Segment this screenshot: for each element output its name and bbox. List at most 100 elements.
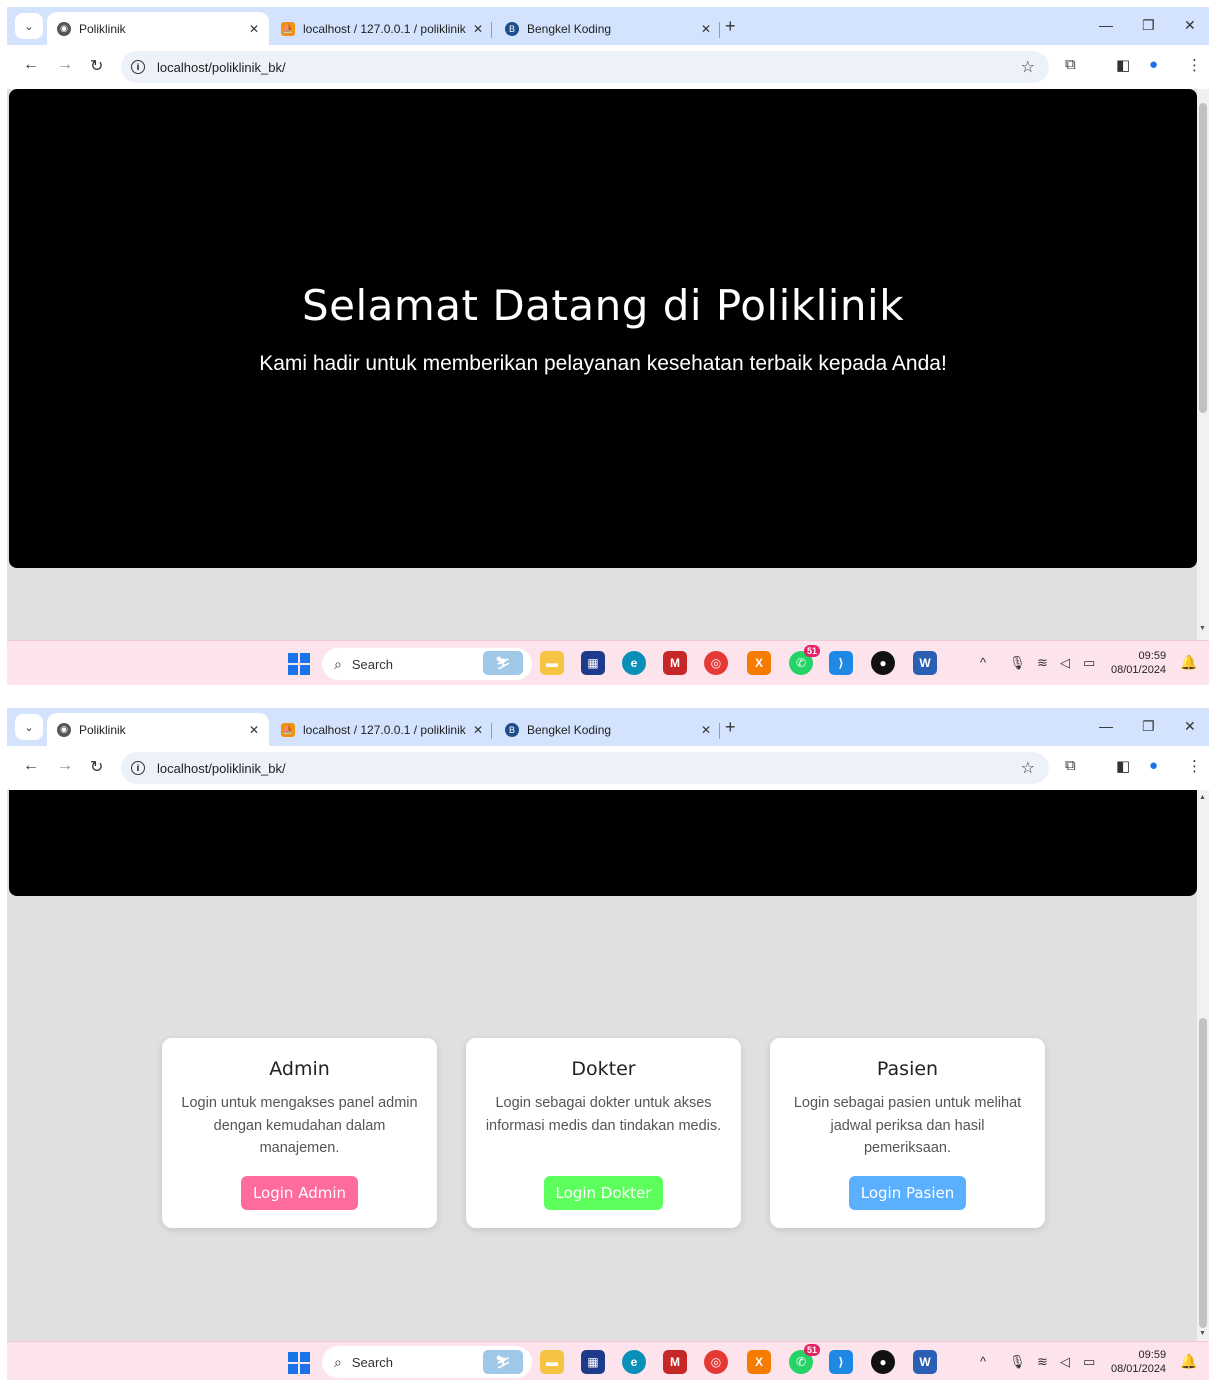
volume-icon[interactable]: ◁ (1060, 1354, 1070, 1370)
login-dokter-button[interactable]: Login Dokter (543, 1176, 664, 1210)
close-icon[interactable]: ✕ (249, 723, 259, 737)
forward-arrow-icon[interactable]: → (57, 56, 73, 74)
notification-bell-icon[interactable]: 🔔 (1180, 654, 1197, 671)
close-icon[interactable]: ✕ (473, 723, 483, 737)
browser-toolbar: ← → ↻ i localhost/poliklinik_bk/ ☆ ⧉ ◧ ●… (7, 746, 1209, 790)
vscode-icon[interactable]: ⟩ (829, 1350, 853, 1374)
scroll-up-arrow-icon[interactable]: ▲ (1199, 794, 1206, 801)
page-scrollbar[interactable]: ▼ (1197, 89, 1209, 640)
reload-icon[interactable]: ↻ (90, 757, 103, 777)
reload-icon[interactable]: ↻ (90, 56, 103, 76)
chevron-up-icon[interactable]: ^ (980, 1354, 986, 1369)
wifi-icon[interactable]: ≋ (1037, 655, 1048, 671)
login-pasien-button[interactable]: Login Pasien (848, 1176, 967, 1210)
tab-poliklinik[interactable]: ◉ Poliklinik ✕ (47, 12, 269, 45)
file-explorer-icon[interactable]: ▬ (540, 1350, 564, 1374)
obs-record-icon[interactable]: ● (871, 1350, 895, 1374)
tab-phpmyadmin[interactable]: ⛵ localhost / 127.0.0.1 / poliklinik ✕ (273, 12, 491, 45)
profile-icon[interactable]: ● (1149, 56, 1158, 73)
taskbar-clock[interactable]: 09:59 08/01/2024 (1111, 1348, 1166, 1376)
address-bar[interactable]: i localhost/poliklinik_bk/ ☆ (121, 51, 1049, 83)
restore-button[interactable]: ❐ (1142, 17, 1155, 34)
minimize-button[interactable]: — (1099, 17, 1113, 33)
restore-button[interactable]: ❐ (1142, 718, 1155, 735)
address-bar[interactable]: i localhost/poliklinik_bk/ ☆ (121, 752, 1049, 784)
taskbar-clock[interactable]: 09:59 08/01/2024 (1111, 649, 1166, 677)
profile-icon[interactable]: ● (1149, 757, 1158, 774)
xampp-icon[interactable]: X (747, 651, 771, 675)
chevron-up-icon[interactable]: ^ (980, 655, 986, 670)
back-arrow-icon[interactable]: ← (23, 56, 39, 74)
tab-separator (491, 723, 492, 739)
chrome-icon[interactable]: ◎ (704, 1350, 728, 1374)
close-window-button[interactable]: ✕ (1184, 718, 1196, 735)
file-explorer-icon[interactable]: ▬ (540, 651, 564, 675)
page-scrollbar[interactable]: ▲ ▼ (1197, 790, 1209, 1341)
side-panel-icon[interactable]: ◧ (1116, 56, 1130, 74)
word-icon[interactable]: W (913, 651, 937, 675)
extensions-icon[interactable]: ⧉ (1065, 56, 1076, 73)
tab-poliklinik[interactable]: ◉ Poliklinik ✕ (47, 713, 269, 746)
edge-icon[interactable]: e (622, 1350, 646, 1374)
side-panel-icon[interactable]: ◧ (1116, 757, 1130, 775)
edge-icon[interactable]: e (622, 651, 646, 675)
close-window-button[interactable]: ✕ (1184, 17, 1196, 34)
windows-start-icon[interactable] (288, 653, 310, 675)
close-icon[interactable]: ✕ (249, 22, 259, 36)
chrome-icon[interactable]: ◎ (704, 651, 728, 675)
scrollbar-thumb[interactable] (1199, 1018, 1207, 1328)
windows-start-icon[interactable] (288, 1352, 310, 1374)
scrollbar-thumb[interactable] (1199, 103, 1207, 413)
menu-kebab-icon[interactable]: ⋮ (1187, 56, 1202, 74)
battery-icon[interactable]: ▭ (1083, 655, 1095, 671)
new-tab-button[interactable]: + (725, 717, 736, 738)
card-pasien: Pasien Login sebagai pasien untuk meliha… (770, 1038, 1045, 1228)
back-arrow-icon[interactable]: ← (23, 757, 39, 775)
clock-date: 08/01/2024 (1111, 1363, 1167, 1375)
wifi-icon[interactable]: ≋ (1037, 1354, 1048, 1370)
info-icon[interactable]: i (131, 761, 145, 775)
close-icon[interactable]: ✕ (701, 723, 711, 737)
microphone-icon[interactable]: 🎙 (1009, 655, 1026, 671)
scroll-down-arrow-icon[interactable]: ▼ (1199, 625, 1206, 632)
forward-arrow-icon[interactable]: → (57, 757, 73, 775)
whatsapp-icon[interactable]: ✆ 51 (789, 1344, 820, 1374)
obs-record-icon[interactable]: ● (871, 651, 895, 675)
tab-bengkel-koding[interactable]: B Bengkel Koding ✕ (497, 12, 719, 45)
extensions-icon[interactable]: ⧉ (1065, 757, 1076, 774)
microphone-icon[interactable]: 🎙 (1009, 1354, 1026, 1370)
clock-date: 08/01/2024 (1111, 664, 1167, 676)
tab-phpmyadmin[interactable]: ⛵ localhost / 127.0.0.1 / poliklinik ✕ (273, 713, 491, 746)
minimize-button[interactable]: — (1099, 718, 1113, 734)
mcafee-icon[interactable]: M (663, 651, 687, 675)
close-icon[interactable]: ✕ (701, 22, 711, 36)
tab-strip: ⌄ ◉ Poliklinik ✕ ⛵ localhost / 127.0.0.1… (7, 7, 1209, 45)
widgets-icon[interactable]: ⛷ (483, 651, 523, 675)
notification-bell-icon[interactable]: 🔔 (1180, 1353, 1197, 1370)
tab-search-dropdown-button[interactable]: ⌄ (15, 13, 43, 39)
menu-kebab-icon[interactable]: ⋮ (1187, 757, 1202, 775)
windows-taskbar: ⌕ Search ⛷ ▬ ▦ e M ◎ X ✆ 51 ⟩ ● W ^ 🎙 ≋ ◁… (7, 640, 1209, 685)
close-icon[interactable]: ✕ (473, 22, 483, 36)
bookmark-star-icon[interactable]: ☆ (1021, 57, 1035, 77)
whatsapp-icon[interactable]: ✆ 51 (789, 645, 820, 675)
mcafee-icon[interactable]: M (663, 1350, 687, 1374)
tab-search-dropdown-button[interactable]: ⌄ (15, 714, 43, 740)
card-title: Pasien (876, 1058, 939, 1080)
vscode-icon[interactable]: ⟩ (829, 651, 853, 675)
word-icon[interactable]: W (913, 1350, 937, 1374)
xampp-icon[interactable]: X (747, 1350, 771, 1374)
widgets-icon[interactable]: ⛷ (483, 1350, 523, 1374)
info-icon[interactable]: i (131, 60, 145, 74)
battery-icon[interactable]: ▭ (1083, 1354, 1095, 1370)
scroll-down-arrow-icon[interactable]: ▼ (1199, 1330, 1206, 1337)
tab-bengkel-koding[interactable]: B Bengkel Koding ✕ (497, 713, 719, 746)
volume-icon[interactable]: ◁ (1060, 655, 1070, 671)
chevron-down-icon: ⌄ (24, 20, 34, 33)
notification-badge: 51 (803, 645, 820, 657)
bookmark-star-icon[interactable]: ☆ (1021, 758, 1035, 778)
microsoft-store-icon[interactable]: ▦ (581, 651, 605, 675)
login-admin-button[interactable]: Login Admin (240, 1176, 359, 1210)
microsoft-store-icon[interactable]: ▦ (581, 1350, 605, 1374)
new-tab-button[interactable]: + (725, 16, 736, 37)
